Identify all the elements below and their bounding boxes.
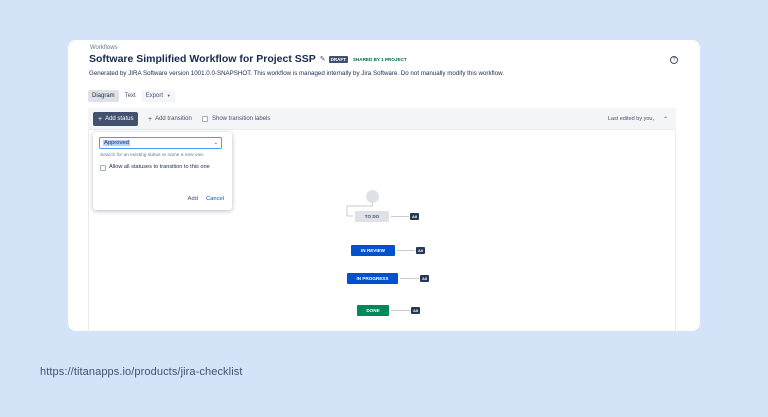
cancel-button[interactable]: Cancel xyxy=(206,196,224,202)
allow-all-checkbox[interactable] xyxy=(100,165,106,171)
status-select-value: Approved xyxy=(103,140,130,146)
status-select[interactable]: Approved ⌄ xyxy=(99,137,222,149)
allow-all-statuses-option[interactable]: Allow all statuses to transition to this… xyxy=(100,164,220,171)
start-node[interactable] xyxy=(366,190,379,203)
status-select-hint: Search for an existing status or name a … xyxy=(100,153,205,158)
popup-actions: Add Cancel xyxy=(188,196,224,202)
status-in-review[interactable]: IN REVIEW xyxy=(351,245,395,256)
status-in-progress[interactable]: IN PROGRESS xyxy=(347,273,398,284)
add-status-popup: Approved ⌄ Search for an existing status… xyxy=(93,132,232,210)
chevron-down-icon: ⌄ xyxy=(213,140,218,146)
all-transition-badge[interactable]: All xyxy=(416,247,426,254)
status-todo[interactable]: TO DO xyxy=(355,211,389,222)
all-transition-badge[interactable]: All xyxy=(411,307,421,314)
status-done[interactable]: DONE xyxy=(357,305,389,316)
add-button[interactable]: Add xyxy=(188,196,198,202)
allow-all-label: Allow all statuses to transition to this… xyxy=(109,164,210,170)
all-transition-badge[interactable]: All xyxy=(420,275,430,282)
workflow-editor-card: Workflows Software Simplified Workflow f… xyxy=(68,40,700,331)
footer-url: https://titanapps.io/products/jira-check… xyxy=(40,366,243,378)
all-transition-badge[interactable]: All xyxy=(410,213,420,220)
